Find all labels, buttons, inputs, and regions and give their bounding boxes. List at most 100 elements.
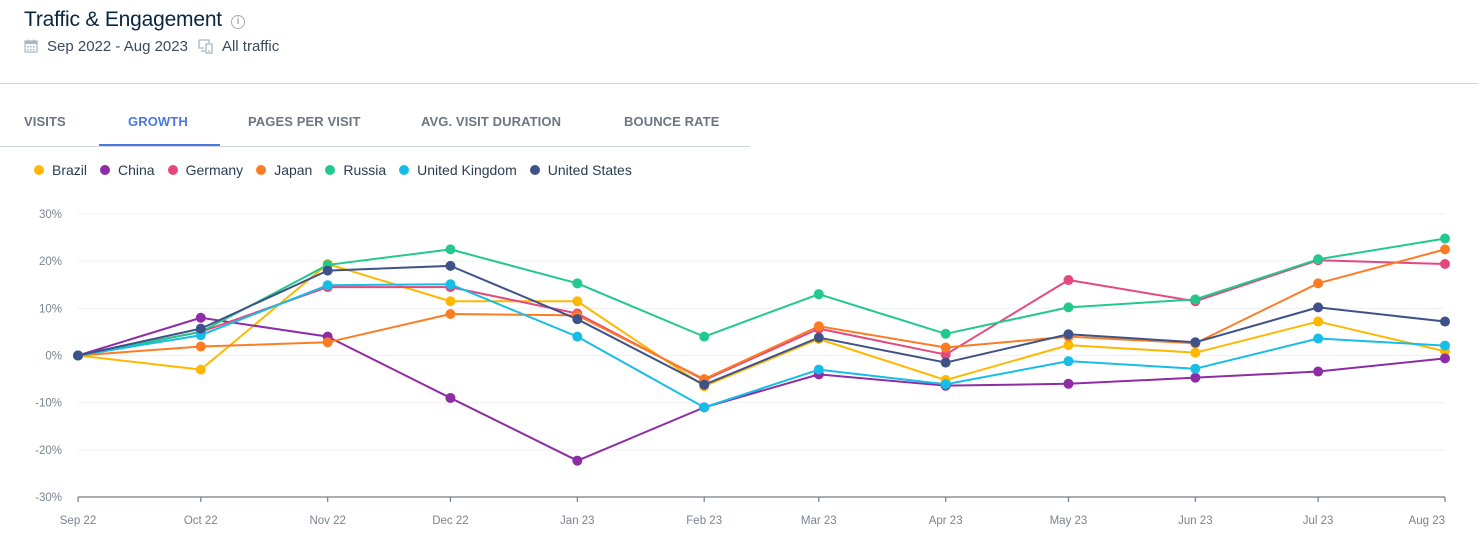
info-icon[interactable]: i [230, 14, 245, 29]
data-point-united-states[interactable] [572, 314, 583, 325]
data-point-russia[interactable] [1190, 294, 1201, 305]
data-point-russia[interactable] [813, 289, 824, 300]
legend-label: Germany [185, 162, 244, 178]
series-line-brazil [77, 262, 1446, 388]
legend-item-china[interactable]: China [100, 162, 155, 178]
data-point-russia[interactable] [1063, 302, 1074, 313]
data-point-brazil[interactable] [445, 296, 456, 307]
x-tick-label: Sep 22 [60, 515, 96, 527]
widget-title: Traffic & Engagement [24, 8, 222, 31]
legend-item-germany[interactable]: Germany [167, 162, 244, 178]
data-point-united-kingdom[interactable] [940, 379, 951, 390]
data-point-russia[interactable] [940, 328, 951, 339]
data-point-germany[interactable] [1440, 258, 1450, 269]
series-line-united-states [77, 264, 1446, 386]
legend-label: China [118, 162, 155, 178]
tab-growth[interactable]: GROWTH [128, 114, 188, 129]
legend-label: Brazil [52, 162, 88, 178]
x-tick-label: Jan 23 [560, 515, 595, 527]
data-point-united-states[interactable] [813, 332, 824, 343]
data-point-united-states[interactable] [73, 350, 83, 361]
data-point-united-kingdom[interactable] [322, 280, 333, 291]
y-tick-label: 30% [39, 209, 62, 221]
widget-subtitle: Sep 2022 - Aug 2023 All traffic [24, 36, 279, 56]
legend-item-united-states[interactable]: United States [529, 162, 632, 178]
data-point-japan[interactable] [940, 342, 951, 353]
x-tick-label: Feb 23 [686, 515, 722, 527]
data-point-united-states[interactable] [445, 260, 456, 271]
data-point-china[interactable] [1190, 372, 1201, 383]
legend-dot [399, 165, 410, 175]
data-point-china[interactable] [1313, 366, 1324, 377]
legend-dot [529, 165, 540, 175]
data-point-russia[interactable] [1313, 254, 1324, 265]
data-point-united-states[interactable] [699, 379, 710, 390]
y-axis: 30% 20% 10% 0% -10% -20% -30% [35, 209, 62, 504]
data-point-brazil[interactable] [572, 296, 583, 307]
data-point-united-kingdom[interactable] [1063, 356, 1074, 367]
date-range: Sep 2022 - Aug 2023 [47, 37, 188, 55]
data-point-japan[interactable] [1313, 278, 1324, 289]
legend-item-russia[interactable]: Russia [325, 162, 386, 178]
data-point-germany[interactable] [1063, 275, 1074, 286]
legend-dot [256, 165, 267, 175]
x-tick-label: Apr 23 [929, 515, 963, 527]
data-point-brazil[interactable] [1190, 347, 1201, 358]
data-point-china[interactable] [572, 455, 583, 466]
data-point-united-kingdom[interactable] [1313, 333, 1324, 344]
data-point-russia[interactable] [572, 278, 583, 289]
growth-line-chart: 30% 20% 10% 0% -10% -20% -30% Sep 22 Oct 22 Nov … [35, 209, 1450, 527]
x-tick-label: Jun 23 [1178, 515, 1213, 527]
calendar-icon [24, 39, 38, 53]
data-point-china[interactable] [445, 392, 456, 403]
legend-label: Russia [343, 162, 387, 178]
data-point-china[interactable] [1063, 378, 1074, 389]
tab-visits[interactable]: VISITS [24, 114, 66, 129]
data-point-japan[interactable] [322, 337, 333, 348]
tab-avg-visit-duration[interactable]: AVG. VISIT DURATION [421, 114, 561, 129]
data-point-united-kingdom[interactable] [1190, 363, 1201, 374]
data-point-united-kingdom[interactable] [445, 279, 456, 290]
legend-item-united-kingdom[interactable]: United Kingdom [399, 162, 517, 178]
data-point-japan[interactable] [445, 308, 456, 319]
x-tick-label: Nov 22 [309, 515, 345, 527]
data-point-united-states[interactable] [1440, 316, 1450, 327]
series-line-russia [77, 237, 1446, 357]
data-point-united-kingdom[interactable] [813, 364, 824, 375]
x-tick-label: Aug 23 [1409, 515, 1445, 527]
header-divider [0, 83, 1478, 84]
data-point-brazil[interactable] [1313, 316, 1324, 327]
data-point-russia[interactable] [445, 244, 456, 255]
data-point-united-states[interactable] [1063, 329, 1074, 340]
y-tick-label: -20% [35, 445, 62, 457]
legend-dot [167, 165, 178, 175]
chart-legend: Brazil China Germany Japan Russia United… [34, 162, 645, 178]
data-point-united-kingdom[interactable] [699, 402, 710, 413]
data-point-united-states[interactable] [1190, 337, 1201, 348]
series-line-japan [77, 248, 1446, 381]
title-row: Traffic & Engagement i [24, 6, 279, 34]
data-point-russia[interactable] [699, 331, 710, 342]
x-axis: Sep 22 Oct 22 Nov 22 Dec 22 Jan 23 Feb 23 Mar … [60, 496, 1446, 527]
y-tick-label: 10% [39, 303, 62, 315]
data-point-united-states[interactable] [195, 323, 206, 334]
data-point-united-kingdom[interactable] [1440, 340, 1450, 351]
data-point-china[interactable] [1440, 353, 1450, 364]
y-tick-label: 20% [39, 256, 62, 268]
data-point-japan[interactable] [195, 341, 206, 352]
data-point-united-states[interactable] [940, 357, 951, 368]
legend-item-japan[interactable]: Japan [256, 162, 312, 178]
data-point-united-states[interactable] [322, 265, 333, 276]
x-tick-label: Oct 22 [184, 515, 218, 527]
data-point-china[interactable] [195, 312, 206, 323]
data-point-japan[interactable] [813, 321, 824, 332]
legend-item-brazil[interactable]: Brazil [34, 162, 87, 178]
tab-pages-per-visit[interactable]: PAGES PER VISIT [248, 114, 361, 129]
data-point-japan[interactable] [1440, 244, 1450, 255]
data-point-russia[interactable] [1440, 233, 1450, 244]
data-point-united-states[interactable] [1313, 302, 1324, 313]
data-point-brazil[interactable] [195, 364, 206, 375]
tab-bounce-rate[interactable]: BOUNCE RATE [624, 114, 719, 129]
data-point-united-kingdom[interactable] [572, 331, 583, 342]
x-tick-label: Dec 22 [432, 515, 468, 527]
